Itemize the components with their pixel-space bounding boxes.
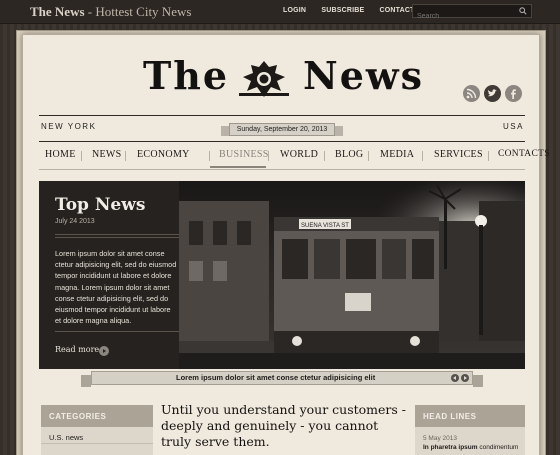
- search-input[interactable]: [413, 10, 513, 23]
- edition-country: USA: [503, 122, 524, 131]
- nav-item-home[interactable]: HOME: [45, 149, 76, 160]
- tram-sign: SUENA VISTA ST: [301, 223, 349, 229]
- site-brand[interactable]: The News - Hottest City News: [30, 4, 191, 20]
- nav-item-contacts[interactable]: CONTACTS: [498, 149, 550, 159]
- top-news-body: Lorem ipsum dolor sit amet conse ctetur …: [55, 249, 177, 326]
- top-news-panel: Top News July 24 2013 Lorem ipsum dolor …: [39, 181, 179, 369]
- top-news-title[interactable]: Top News: [55, 195, 145, 215]
- masthead-rule: [39, 115, 525, 116]
- hero-photo-tram[interactable]: SUENA VISTA ST: [179, 181, 525, 369]
- nav-item-services[interactable]: SERVICES: [434, 149, 483, 160]
- divider: [55, 237, 179, 238]
- nav-divider: [268, 151, 269, 161]
- nav-item-news[interactable]: NEWS: [92, 149, 122, 160]
- search-icon[interactable]: [519, 7, 527, 15]
- divider: [55, 234, 179, 235]
- masthead-title-right: News: [303, 53, 425, 98]
- facebook-icon[interactable]: [505, 85, 522, 102]
- nav-item-media[interactable]: MEDIA: [380, 149, 414, 160]
- search-box: [412, 4, 532, 23]
- rss-icon[interactable]: [463, 85, 480, 102]
- edition-city: NEW YORK: [41, 122, 97, 131]
- crest-emblem-icon: [239, 61, 289, 97]
- read-more-link[interactable]: Read more: [55, 345, 99, 354]
- slider-prev-icon[interactable]: [451, 374, 459, 382]
- main-nav: HOME NEWS ECONOMY BUSINESS WORLD BLOG ME…: [39, 145, 549, 168]
- headline-date: 5 May 2013: [423, 435, 457, 442]
- headline-item-rest: condimentum: [477, 444, 519, 451]
- nav-divider: [125, 151, 126, 161]
- category-item-us-news[interactable]: U.S. news: [41, 427, 153, 444]
- top-bar: The News - Hottest City News LOGIN SUBSC…: [0, 0, 560, 24]
- nav-rule-bottom: [39, 169, 525, 170]
- top-news-date: July 24 2013: [55, 218, 95, 225]
- nav-divider: [209, 151, 210, 161]
- top-news-slider: SUENA VISTA ST Top News July 24 2013 Lor…: [39, 181, 525, 369]
- active-nav-indicator: [210, 166, 266, 168]
- nav-divider: [81, 151, 82, 161]
- categories-panel: CATEGORIES U.S. news: [41, 405, 153, 455]
- headlines-panel: HEAD LINES 5 May 2013 In pharetra ipsum …: [415, 405, 525, 455]
- headlines-header: HEAD LINES: [415, 405, 525, 427]
- brand-name: The News: [30, 4, 85, 19]
- subscribe-link[interactable]: SUBSCRIBE: [321, 7, 364, 14]
- masthead-title-left: The: [143, 53, 230, 98]
- divider: [55, 331, 179, 332]
- date-ribbon: Sunday, September 20, 2013: [221, 123, 343, 136]
- nav-item-business[interactable]: BUSINESS: [219, 149, 269, 160]
- nav-rule-top: [39, 141, 525, 142]
- login-link[interactable]: LOGIN: [283, 7, 306, 14]
- newspaper-page: The News NEW YORK Sunday, September 20, …: [22, 34, 549, 455]
- arrow-right-icon[interactable]: [99, 346, 109, 356]
- nav-item-world[interactable]: WORLD: [280, 149, 318, 160]
- brand-tagline: - Hottest City News: [84, 4, 192, 19]
- nav-divider: [324, 151, 325, 161]
- slider-caption: Lorem ipsum dolor sit amet conse ctetur …: [81, 371, 483, 387]
- headline-item-bold: In pharetra ipsum: [423, 444, 478, 451]
- main-headline[interactable]: Until you understand your customers - de…: [161, 402, 409, 450]
- nav-item-economy[interactable]: ECONOMY: [137, 149, 190, 160]
- slider-caption-text: Lorem ipsum dolor sit amet conse ctetur …: [176, 373, 376, 382]
- nav-divider: [368, 151, 369, 161]
- slider-next-icon[interactable]: [461, 374, 469, 382]
- nav-item-blog[interactable]: BLOG: [335, 149, 363, 160]
- headline-item[interactable]: In pharetra ipsum condimentum: [415, 442, 525, 451]
- nav-divider: [488, 151, 489, 161]
- nav-divider: [422, 151, 423, 161]
- twitter-icon[interactable]: [484, 85, 501, 102]
- categories-header: CATEGORIES: [41, 405, 153, 427]
